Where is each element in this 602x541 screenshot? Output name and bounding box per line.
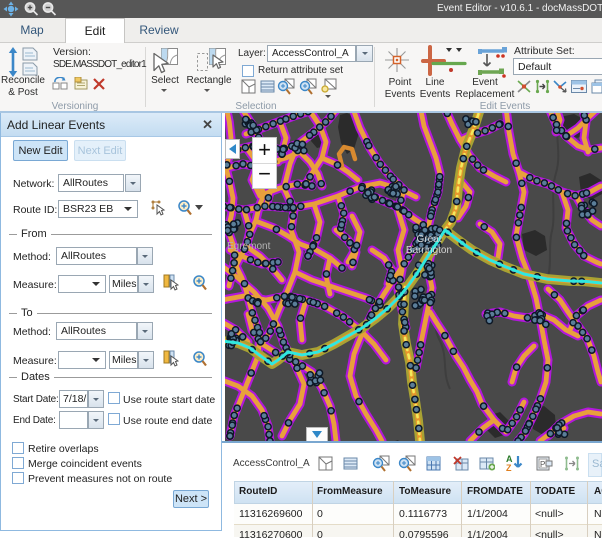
svg-text:Egremont: Egremont <box>227 241 271 252</box>
svg-text:Z: Z <box>506 463 512 472</box>
svg-text:P: P <box>540 460 545 469</box>
svg-text:Great: Great <box>416 234 441 245</box>
svg-text:Barrington: Barrington <box>406 245 452 256</box>
